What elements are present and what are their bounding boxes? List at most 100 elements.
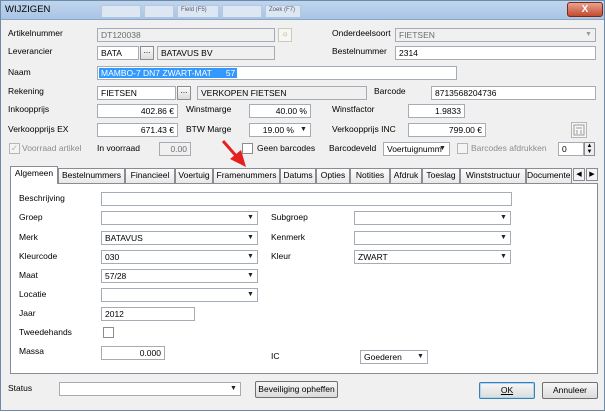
calculator-icon[interactable] <box>571 122 587 138</box>
chevron-down-icon: ▼ <box>500 214 507 221</box>
merk-dropdown[interactable]: BATAVUS ▼ <box>101 231 258 245</box>
kleurcode-label: Kleurcode <box>19 251 58 261</box>
tab-datums[interactable]: Datums <box>280 168 316 183</box>
verkoopprijs-inc-label: Verkoopprijs INC <box>332 124 396 134</box>
verkoopprijs-inc-field[interactable]: 799.00 € <box>408 123 486 137</box>
tab-toeslag[interactable]: Toeslag <box>422 168 460 183</box>
beveiliging-opheffen-button[interactable]: Beveiliging opheffen <box>255 381 338 398</box>
ok-label: OK <box>500 385 514 395</box>
ic-value: Goederen <box>364 352 402 362</box>
geen-barcodes-checkbox[interactable] <box>242 143 253 154</box>
chevron-down-icon: ▼ <box>247 253 254 260</box>
groep-dropdown[interactable]: ▼ <box>101 211 258 225</box>
locatie-dropdown[interactable]: ▼ <box>101 288 258 302</box>
geen-barcodes-label: Geen barcodes <box>257 143 316 153</box>
subgroep-label: Subgroep <box>271 212 308 222</box>
in-voorraad-field: 0.00 <box>159 142 191 156</box>
sun-icon[interactable]: ☼ <box>278 28 292 42</box>
naam-label: Naam <box>8 67 31 77</box>
massa-field[interactable]: 0.000 <box>101 346 165 360</box>
btw-marge-value: 19.00 % <box>262 125 294 135</box>
background-tab <box>222 5 262 17</box>
merk-label: Merk <box>19 232 38 242</box>
close-button[interactable]: X <box>567 2 603 17</box>
annuleer-button[interactable]: Annuleer <box>542 382 598 399</box>
rekening-code-field[interactable]: FIETSEN <box>97 86 176 100</box>
tab-afdruk[interactable]: Afdruk <box>390 168 422 183</box>
merk-value: BATAVUS <box>105 233 143 243</box>
barcodeveld-dropdown[interactable]: Voertuignumm ▼ <box>383 142 450 156</box>
count-spinner[interactable]: ▲ ▼ <box>584 142 595 156</box>
winstmarge-label: Winstmarge <box>186 104 232 114</box>
inkoopprijs-field[interactable]: 402.86 € <box>97 104 178 118</box>
subgroep-dropdown[interactable]: ▼ <box>354 211 511 225</box>
barcode-field[interactable]: 8713568204736 <box>431 86 596 100</box>
winstfactor-field[interactable]: 1.9833 <box>408 104 465 118</box>
algemeen-panel: Beschrijving Groep ▼ Subgroep ▼ Merk BAT… <box>10 183 598 374</box>
groep-label: Groep <box>19 212 43 222</box>
naam-field[interactable]: MAMBO-7 DN7 ZWART-MAT 57 <box>97 66 457 80</box>
inkoopprijs-label: Inkoopprijs <box>8 104 50 114</box>
background-tab: Zoek (F7) <box>265 5 301 17</box>
maat-value: 57/28 <box>105 271 127 281</box>
barcodes-afdrukken-label: Barcodes afdrukken <box>471 143 547 153</box>
chevron-down-icon: ▼ <box>417 353 424 360</box>
artikelnummer-field[interactable]: DT120038 <box>97 28 275 42</box>
voorraad-artikel-checkbox[interactable]: ✓ <box>9 143 20 154</box>
ic-label: IC <box>271 351 280 361</box>
rekening-lookup-button[interactable]: ... <box>177 86 191 100</box>
chevron-down-icon: ▼ <box>585 31 592 38</box>
tab-bestelnummers[interactable]: Bestelnummers <box>58 168 125 183</box>
bestelnummer-field[interactable]: 2314 <box>395 46 596 60</box>
tweedehands-checkbox[interactable] <box>103 327 114 338</box>
ok-button[interactable]: OK <box>479 382 535 399</box>
chevron-down-icon: ▼ <box>247 291 254 298</box>
leverancier-code-field[interactable]: BATA <box>97 46 139 60</box>
barcode-label: Barcode <box>374 86 406 96</box>
tab-framenummers[interactable]: Framenummers <box>213 168 280 183</box>
verkoopprijs-ex-label: Verkoopprijs EX <box>8 124 69 134</box>
btw-marge-label: BTW Marge <box>186 124 232 134</box>
maat-dropdown[interactable]: 57/28 ▼ <box>101 269 258 283</box>
btw-marge-dropdown[interactable]: 19.00 % ▼ <box>249 123 311 137</box>
tab-documenten[interactable]: Documenten <box>526 168 572 183</box>
tab-voertuig[interactable]: Voertuig <box>175 168 213 183</box>
winstmarge-field[interactable]: 40.00 % <box>249 104 311 118</box>
tab-financieel[interactable]: Financieel <box>125 168 175 183</box>
tab-scroll-right-icon[interactable]: ▶ <box>586 168 598 181</box>
onderdeelsoort-dropdown[interactable]: FIETSEN ▼ <box>395 28 596 42</box>
chevron-down-icon: ▼ <box>230 385 237 392</box>
beschrijving-field[interactable] <box>101 192 512 206</box>
chevron-down-icon: ▼ <box>500 253 507 260</box>
kenmerk-dropdown[interactable]: ▼ <box>354 231 511 245</box>
status-label: Status <box>8 383 33 393</box>
status-dropdown[interactable]: ▼ <box>59 382 241 396</box>
tab-algemeen[interactable]: Algemeen <box>10 166 58 184</box>
winstfactor-label: Winstfactor <box>332 104 375 114</box>
spin-down-icon[interactable]: ▼ <box>585 149 594 155</box>
jaar-label: Jaar <box>19 308 36 318</box>
barcodes-afdrukken-checkbox[interactable] <box>457 143 468 154</box>
barcodeveld-value: Voertuignumm <box>387 144 442 154</box>
jaar-field[interactable]: 2012 <box>101 307 195 321</box>
onderdeelsoort-label: Onderdeelsoort <box>332 28 391 38</box>
kenmerk-label: Kenmerk <box>271 232 306 242</box>
chevron-down-icon: ▼ <box>247 272 254 279</box>
kleur-dropdown[interactable]: ZWART ▼ <box>354 250 511 264</box>
ic-dropdown[interactable]: Goederen ▼ <box>360 350 428 364</box>
kleur-value: ZWART <box>358 252 388 262</box>
tab-opties[interactable]: Opties <box>316 168 350 183</box>
tab-scroll-left-icon[interactable]: ◀ <box>573 168 585 181</box>
kleur-label: Kleur <box>271 251 291 261</box>
tab-notities[interactable]: Notities <box>350 168 390 183</box>
edit-item-window: WIJZIGEN Field (F5) Zoek (F7) X Artikeln… <box>0 0 605 411</box>
tab-winststructuur[interactable]: Winststructuur <box>460 168 526 183</box>
verkoopprijs-ex-field[interactable]: 671.43 € <box>97 123 178 137</box>
kleurcode-dropdown[interactable]: 030 ▼ <box>101 250 258 264</box>
leverancier-lookup-button[interactable]: ... <box>140 46 154 60</box>
barcodes-count-field[interactable]: 0 <box>558 142 584 156</box>
chevron-down-icon: ▼ <box>247 234 254 241</box>
beschrijving-label: Beschrijving <box>19 193 65 203</box>
chevron-down-icon: ▼ <box>500 234 507 241</box>
window-title: WIJZIGEN <box>5 4 51 15</box>
